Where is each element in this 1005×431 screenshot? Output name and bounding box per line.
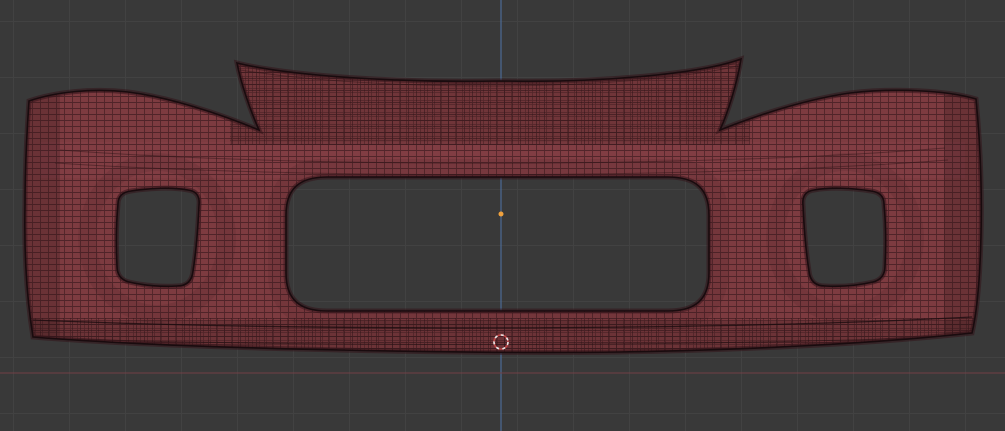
3d-viewport[interactable] (0, 0, 1005, 431)
origin-dot (498, 211, 504, 217)
bumper-wireframe (24, 59, 982, 353)
scene-svg (0, 0, 1005, 431)
front-bumper-mesh[interactable] (20, 48, 986, 355)
